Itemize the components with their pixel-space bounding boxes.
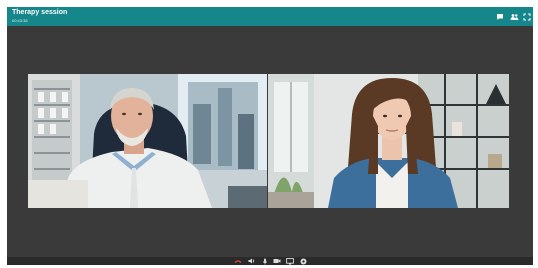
video-tile-patient bbox=[268, 74, 509, 208]
session-timer: 00:43:38 bbox=[12, 18, 28, 23]
video-stage bbox=[28, 74, 509, 208]
speaker-icon[interactable] bbox=[248, 257, 256, 265]
camera-icon[interactable] bbox=[273, 257, 281, 265]
chat-icon[interactable] bbox=[495, 12, 505, 21]
participants-icon[interactable] bbox=[509, 12, 519, 21]
video-tile-therapist bbox=[28, 74, 267, 208]
microphone-icon[interactable] bbox=[261, 257, 269, 265]
fullscreen-icon[interactable] bbox=[522, 12, 532, 21]
settings-icon[interactable] bbox=[299, 257, 307, 265]
title-bar: Therapy session 00:43:38 bbox=[7, 7, 533, 26]
screen-share-icon[interactable] bbox=[286, 257, 294, 265]
app-window: Therapy session 00:43:38 bbox=[7, 7, 533, 265]
call-control-bar bbox=[7, 257, 533, 265]
session-title: Therapy session bbox=[12, 9, 68, 16]
end-call-icon[interactable] bbox=[234, 257, 242, 265]
